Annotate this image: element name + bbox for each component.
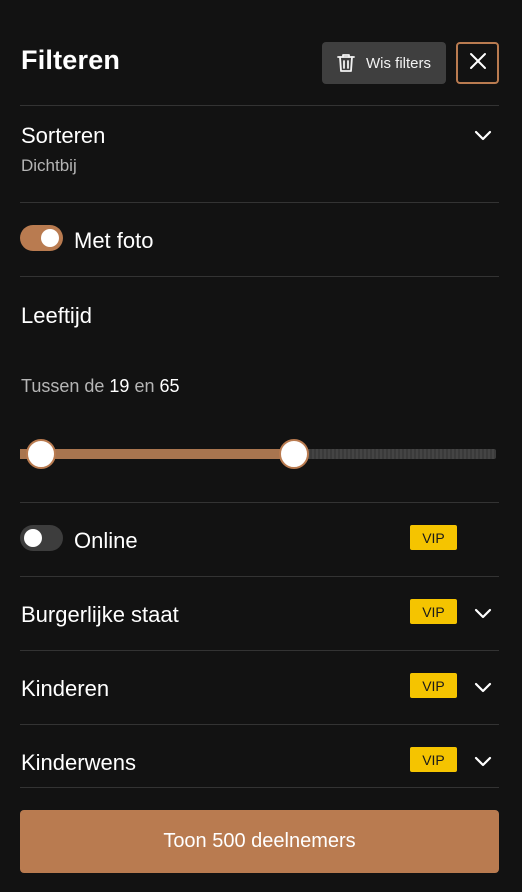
photo-toggle[interactable]	[20, 225, 63, 251]
divider	[20, 276, 499, 277]
slider-thumb-min[interactable]	[26, 439, 57, 469]
age-range-text: Tussen de 19 en 65	[21, 376, 180, 397]
vip-badge: VIP	[410, 747, 457, 772]
sort-label: Sorteren	[21, 123, 106, 148]
divider	[20, 787, 499, 788]
show-results-button[interactable]: Toon 500 deelnemers	[20, 810, 499, 873]
photo-label: Met foto	[74, 228, 154, 253]
vip-badge: VIP	[410, 525, 457, 550]
children-label: Kinderen	[21, 676, 110, 701]
slider-thumb-max[interactable]	[279, 439, 310, 469]
page-title: Filteren	[21, 45, 121, 75]
age-label: Leeftijd	[21, 303, 92, 328]
age-max-value: 65	[159, 376, 180, 396]
vip-badge: VIP	[410, 599, 457, 624]
chevron-down-icon[interactable]	[471, 750, 495, 774]
children-wish-label: Kinderwens	[21, 750, 136, 775]
vip-badge: VIP	[410, 673, 457, 698]
chevron-down-icon[interactable]	[471, 602, 495, 626]
filter-header: Filteren Wis filters	[0, 0, 522, 106]
chevron-down-icon[interactable]	[471, 124, 495, 148]
divider	[20, 724, 499, 725]
toggle-knob	[24, 529, 42, 547]
divider	[20, 576, 499, 577]
divider	[20, 502, 499, 503]
trash-icon	[334, 51, 358, 75]
clear-filters-label: Wis filters	[366, 54, 431, 72]
civil-status-label: Burgerlijke staat	[21, 602, 179, 627]
clear-filters-button[interactable]: Wis filters	[322, 42, 446, 84]
divider	[20, 105, 499, 106]
divider	[20, 650, 499, 651]
age-range-slider[interactable]	[20, 438, 496, 470]
age-range-prefix: Tussen de	[21, 376, 105, 396]
online-label: Online	[74, 528, 138, 553]
age-min-value: 19	[109, 376, 130, 396]
close-button[interactable]	[456, 42, 499, 84]
toggle-knob	[41, 229, 59, 247]
slider-fill	[20, 449, 295, 459]
sort-value: Dichtbij	[21, 156, 77, 175]
age-range-connector: en	[134, 376, 155, 396]
divider	[20, 202, 499, 203]
online-toggle[interactable]	[20, 525, 63, 551]
close-icon	[468, 51, 488, 76]
chevron-down-icon[interactable]	[471, 676, 495, 700]
